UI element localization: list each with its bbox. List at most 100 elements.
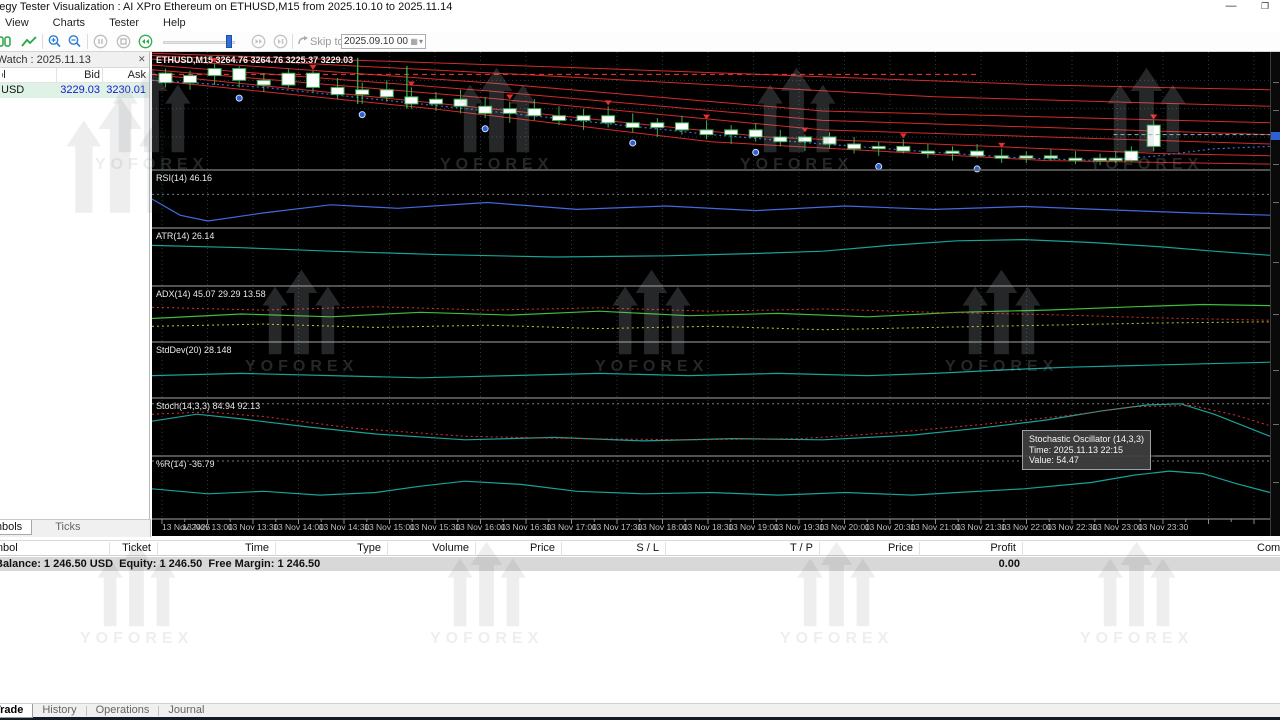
skip-end-icon[interactable] xyxy=(272,33,288,50)
price-scale-strip[interactable] xyxy=(1270,52,1280,536)
skip-to-date-value: 2025.09.10 00:00 xyxy=(344,36,409,47)
market-watch-panel: Market Watch : 2025.11.13 ✕ Symbol Bid A… xyxy=(0,52,150,519)
skip-to-label: Skip to xyxy=(310,33,344,50)
left-panel-tabs: Symbols Ticks xyxy=(0,519,151,537)
trade-table-header: Symbol Ticket Time Type Volume Price S /… xyxy=(0,540,1280,556)
tooltip-time: Time: 2025.11.13 22:15 xyxy=(1029,445,1144,456)
time-axis-label: 13 Nov 14:30 xyxy=(319,522,370,532)
time-axis-label: 13 Nov 16:00 xyxy=(455,522,506,532)
market-watch-row-ethusd[interactable]: ETHUSD 3229.03 3230.01 xyxy=(0,83,149,98)
toolbar-separator xyxy=(42,34,43,49)
col-comment[interactable]: Comment xyxy=(1253,542,1280,556)
col-price2[interactable]: Price xyxy=(820,542,920,556)
skip-to-arrow-icon xyxy=(296,33,310,50)
minimize-button[interactable]: — xyxy=(1216,0,1246,14)
tab-trade[interactable]: Trade xyxy=(0,704,33,718)
skip-to-date-input[interactable]: 2025.09.10 00:00 ▦ ▾ xyxy=(341,34,426,49)
tooltip-title: Stochastic Oscillator (14,3,3) xyxy=(1029,434,1144,445)
col-profit[interactable]: Profit xyxy=(920,542,1023,556)
current-price-tag xyxy=(1271,132,1280,140)
col-volume[interactable]: Volume xyxy=(388,542,476,556)
stddev-label: StdDev(20) 28.148 xyxy=(156,345,232,355)
indicator-tooltip: Stochastic Oscillator (14,3,3) Time: 202… xyxy=(1022,430,1151,470)
col-symbol[interactable]: Symbol xyxy=(0,542,110,556)
col-tp[interactable]: T / P xyxy=(666,542,820,556)
toolbar-separator xyxy=(292,34,293,49)
toolbar-separator xyxy=(87,34,88,49)
adx-label: ADX(14) 45.07 29.29 13.58 xyxy=(156,289,266,299)
close-icon[interactable]: ✕ xyxy=(138,54,146,65)
menu-help[interactable]: Help xyxy=(151,15,198,31)
speed-slider-track[interactable] xyxy=(163,41,235,44)
tab-ticks[interactable]: Ticks xyxy=(46,520,89,534)
window-title: Strategy Tester Visualization : AI XPro … xyxy=(0,1,452,13)
rewind-icon[interactable] xyxy=(137,33,153,50)
col-price[interactable]: Price xyxy=(476,542,562,556)
time-axis-label: 13 Nov 22:00 xyxy=(1001,522,1052,532)
time-axis-label: 13 Nov 14:00 xyxy=(273,522,324,532)
time-axis-label: 13 Nov 19:30 xyxy=(774,522,825,532)
pause-icon[interactable] xyxy=(92,33,108,50)
time-axis-label: 13 Nov 15:00 xyxy=(364,522,415,532)
stoch-label: Stoch(14,3,3) 84.94 92.13 xyxy=(156,401,260,411)
col-type[interactable]: Type xyxy=(276,542,388,556)
tab-journal[interactable]: Journal xyxy=(159,704,213,718)
menu-charts[interactable]: Charts xyxy=(41,15,97,31)
market-watch-columns: Symbol Bid Ask xyxy=(0,68,149,83)
tab-operations[interactable]: Operations xyxy=(87,704,159,718)
time-axis-label: 13 Nov 18:00 xyxy=(637,522,688,532)
tab-symbols[interactable]: Symbols xyxy=(0,520,32,535)
bar-chart-icon[interactable] xyxy=(0,33,13,50)
calendar-icon[interactable]: ▦ xyxy=(410,37,418,46)
time-axis-label: 13 Nov 20:00 xyxy=(819,522,870,532)
restore-button[interactable]: ❐ xyxy=(1250,0,1280,14)
time-axis-label: 13 Nov 17:30 xyxy=(592,522,643,532)
ask-cell: 3230.01 xyxy=(104,84,146,96)
col-time[interactable]: Time xyxy=(158,542,276,556)
time-axis-label: 13 Nov 19:00 xyxy=(728,522,779,532)
stop-icon[interactable] xyxy=(115,33,131,50)
time-axis-label: 13 Nov 21:30 xyxy=(956,522,1007,532)
chart-ohlc-header: ETHUSD,M15 3264.76 3264.76 3225.37 3229.… xyxy=(156,55,353,65)
balance-summary: Balance: 1 246.50 USD Equity: 1 246.50 F… xyxy=(0,557,320,571)
caret-down-icon[interactable]: ▾ xyxy=(419,37,423,46)
column-bid[interactable]: Bid xyxy=(58,69,100,81)
time-axis-label: 13 Nov 13:00 xyxy=(182,522,233,532)
time-axis-label: 13 Nov 20:30 xyxy=(865,522,916,532)
time-axis: 13 Nov 202513 Nov 13:0013 Nov 13:3013 No… xyxy=(152,521,1270,536)
line-chart-icon[interactable] xyxy=(20,33,38,50)
fast-forward-icon[interactable] xyxy=(250,33,266,50)
column-ask[interactable]: Ask xyxy=(104,69,146,81)
toolbar: Skip to 2025.09.10 00:00 ▦ ▾ xyxy=(0,31,1280,52)
time-axis-label: 13 Nov 18:30 xyxy=(683,522,734,532)
time-axis-label: 13 Nov 23:00 xyxy=(1092,522,1143,532)
time-axis-label: 13 Nov 23:30 xyxy=(1138,522,1189,532)
profit-total: 0.00 xyxy=(920,557,1020,571)
symbol-cell: ETHUSD xyxy=(2,84,54,96)
atr-label: ATR(14) 26.14 xyxy=(156,231,214,241)
col-ticket[interactable]: Ticket xyxy=(110,542,158,556)
time-axis-label: 13 Nov 16:30 xyxy=(501,522,552,532)
time-axis-label: 13 Nov 15:30 xyxy=(410,522,461,532)
tab-history[interactable]: History xyxy=(33,704,85,718)
col-sl[interactable]: S / L xyxy=(562,542,666,556)
time-axis-label: 13 Nov 22:30 xyxy=(1047,522,1098,532)
rsi-label: RSI(14) 46.16 xyxy=(156,173,212,183)
time-axis-label: 13 Nov 21:00 xyxy=(910,522,961,532)
column-symbol[interactable]: Symbol xyxy=(2,69,52,81)
time-axis-label: 13 Nov 13:30 xyxy=(228,522,279,532)
menu-view[interactable]: View xyxy=(0,15,41,31)
bottom-tabs: Trade History Operations Journal xyxy=(0,703,1280,717)
menu-tester[interactable]: Tester xyxy=(97,15,151,31)
time-axis-label: 13 Nov 17:00 xyxy=(546,522,597,532)
bid-cell: 3229.03 xyxy=(58,84,100,96)
zoom-in-icon[interactable] xyxy=(46,33,63,50)
title-bar: Strategy Tester Visualization : AI XPro … xyxy=(0,0,1280,15)
menu-bar: View Charts Tester Help xyxy=(0,15,1280,31)
zoom-out-icon[interactable] xyxy=(66,33,83,50)
speed-slider-handle[interactable] xyxy=(226,35,232,48)
tooltip-value: Value: 54.47 xyxy=(1029,455,1144,466)
balance-row: Balance: 1 246.50 USD Equity: 1 246.50 F… xyxy=(0,557,1280,571)
market-watch-title: Market Watch : 2025.11.13 xyxy=(0,52,149,68)
app-window: Strategy Tester Visualization : AI XPro … xyxy=(0,0,1280,720)
